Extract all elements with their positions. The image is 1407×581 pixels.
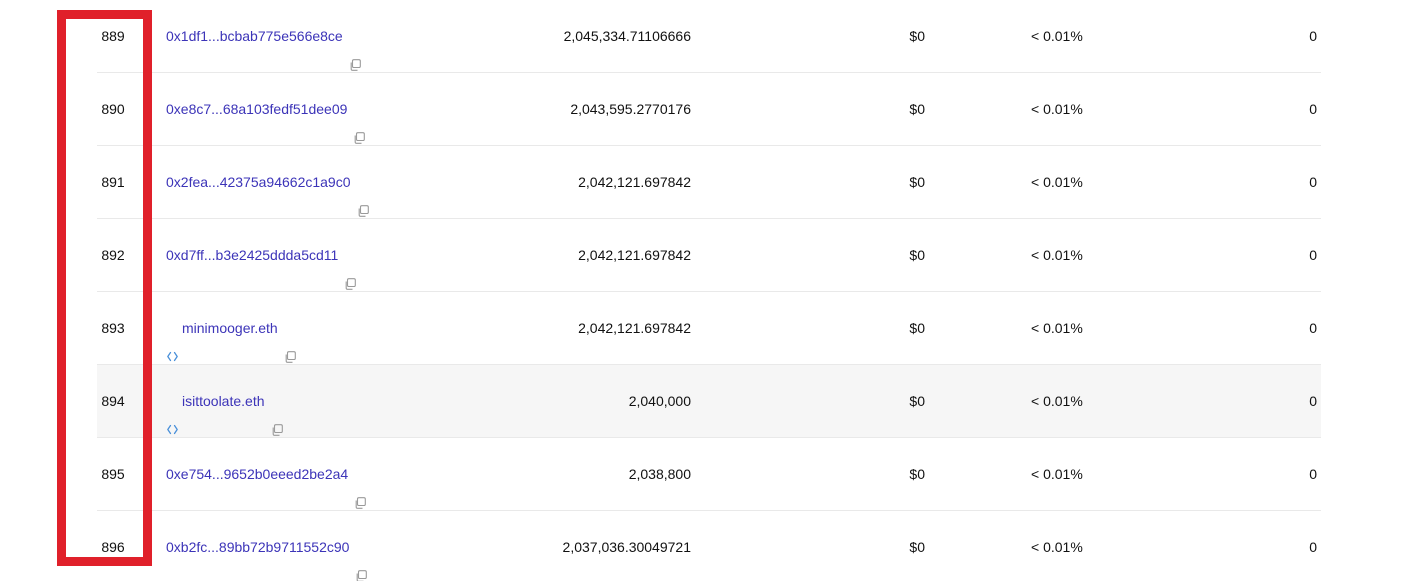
percentage-cell: < 0.01%: [1031, 539, 1083, 555]
rank-cell: 895: [101, 466, 125, 482]
ens-icon: [166, 322, 179, 361]
count-cell: 0: [1309, 174, 1317, 190]
table-row: 893 minimooger.eth 2,042,121.697842 $0 <…: [97, 292, 1321, 365]
rank-cell: 896: [101, 539, 125, 555]
address-text: minimooger.eth: [182, 320, 278, 336]
value-cell: $0: [909, 393, 925, 409]
table-row: 892 0xd7ff...b3e2425ddda5cd11 2,042,121.…: [97, 219, 1321, 292]
table-row: 896 0xb2fc...89bb72b9711552c90 2,037,036…: [97, 511, 1321, 581]
table-row: 895 0xe754...9652b0eeed2be2a4 2,038,800 …: [97, 438, 1321, 511]
address-link[interactable]: 0x2fea...42375a94662c1a9c0: [166, 146, 369, 218]
value-cell: $0: [909, 539, 925, 555]
quantity-cell: 2,042,121.697842: [578, 174, 691, 190]
address-text: 0x1df1...bcbab775e566e8ce: [166, 28, 343, 44]
table-row: 890 0xe8c7...68a103fedf51dee09 2,043,595…: [97, 73, 1321, 146]
address-link[interactable]: isittoolate.eth: [166, 365, 283, 437]
count-cell: 0: [1309, 247, 1317, 263]
copy-icon[interactable]: [357, 176, 369, 217]
holders-page: 889 0x1df1...bcbab775e566e8ce 2,045,334.…: [0, 0, 1407, 581]
rank-cell: 890: [101, 101, 125, 117]
copy-icon[interactable]: [353, 103, 366, 144]
ens-icon: [166, 395, 179, 434]
count-cell: 0: [1309, 28, 1317, 44]
value-cell: $0: [909, 101, 925, 117]
address-text: 0xe8c7...68a103fedf51dee09: [166, 101, 348, 117]
copy-icon[interactable]: [355, 541, 368, 581]
rank-cell: 893: [101, 320, 125, 336]
rank-cell: 894: [101, 393, 125, 409]
count-cell: 0: [1309, 466, 1317, 482]
percentage-cell: < 0.01%: [1031, 466, 1083, 482]
address-text: 0xe754...9652b0eeed2be2a4: [166, 466, 349, 482]
rank-cell: 889: [101, 28, 125, 44]
address-link[interactable]: 0x1df1...bcbab775e566e8ce: [166, 0, 361, 72]
rank-cell: 891: [101, 174, 125, 190]
copy-icon[interactable]: [354, 468, 367, 509]
address-link[interactable]: 0xe754...9652b0eeed2be2a4: [166, 438, 367, 510]
quantity-cell: 2,042,121.697842: [578, 247, 691, 263]
quantity-cell: 2,040,000: [628, 393, 691, 409]
address-link[interactable]: 0xb2fc...89bb72b9711552c90: [166, 511, 368, 581]
percentage-cell: < 0.01%: [1031, 28, 1083, 44]
table-body: 889 0x1df1...bcbab775e566e8ce 2,045,334.…: [97, 0, 1321, 581]
address-text: 0xb2fc...89bb72b9711552c90: [166, 539, 350, 555]
percentage-cell: < 0.01%: [1031, 101, 1083, 117]
value-cell: $0: [909, 320, 925, 336]
value-cell: $0: [909, 28, 925, 44]
quantity-cell: 2,045,334.71106666: [563, 28, 691, 44]
count-cell: 0: [1309, 320, 1317, 336]
value-cell: $0: [909, 247, 925, 263]
count-cell: 0: [1309, 101, 1317, 117]
copy-icon[interactable]: [271, 395, 283, 436]
copy-icon[interactable]: [284, 322, 296, 363]
value-cell: $0: [909, 466, 925, 482]
table-row: 894 isittoolate.eth 2,040,000 $0 < 0.01%…: [97, 365, 1321, 438]
address-text: 0xd7ff...b3e2425ddda5cd11: [166, 247, 339, 263]
copy-icon[interactable]: [344, 249, 357, 290]
quantity-cell: 2,042,121.697842: [578, 320, 691, 336]
quantity-cell: 2,037,036.30049721: [562, 539, 691, 555]
address-link[interactable]: minimooger.eth: [166, 292, 296, 364]
quantity-cell: 2,038,800: [628, 466, 691, 482]
copy-icon[interactable]: [349, 30, 361, 71]
value-cell: $0: [909, 174, 925, 190]
address-text: 0x2fea...42375a94662c1a9c0: [166, 174, 351, 190]
count-cell: 0: [1309, 393, 1317, 409]
percentage-cell: < 0.01%: [1031, 247, 1083, 263]
table-row: 891 0x2fea...42375a94662c1a9c0 2,042,121…: [97, 146, 1321, 219]
count-cell: 0: [1309, 539, 1317, 555]
table-row: 889 0x1df1...bcbab775e566e8ce 2,045,334.…: [97, 0, 1321, 73]
percentage-cell: < 0.01%: [1031, 174, 1083, 190]
address-link[interactable]: 0xd7ff...b3e2425ddda5cd11: [166, 219, 357, 291]
percentage-cell: < 0.01%: [1031, 393, 1083, 409]
holders-table: 889 0x1df1...bcbab775e566e8ce 2,045,334.…: [97, 0, 1321, 581]
address-text: isittoolate.eth: [182, 393, 265, 409]
address-link[interactable]: 0xe8c7...68a103fedf51dee09: [166, 73, 366, 145]
percentage-cell: < 0.01%: [1031, 320, 1083, 336]
quantity-cell: 2,043,595.2770176: [570, 101, 691, 117]
rank-cell: 892: [101, 247, 125, 263]
